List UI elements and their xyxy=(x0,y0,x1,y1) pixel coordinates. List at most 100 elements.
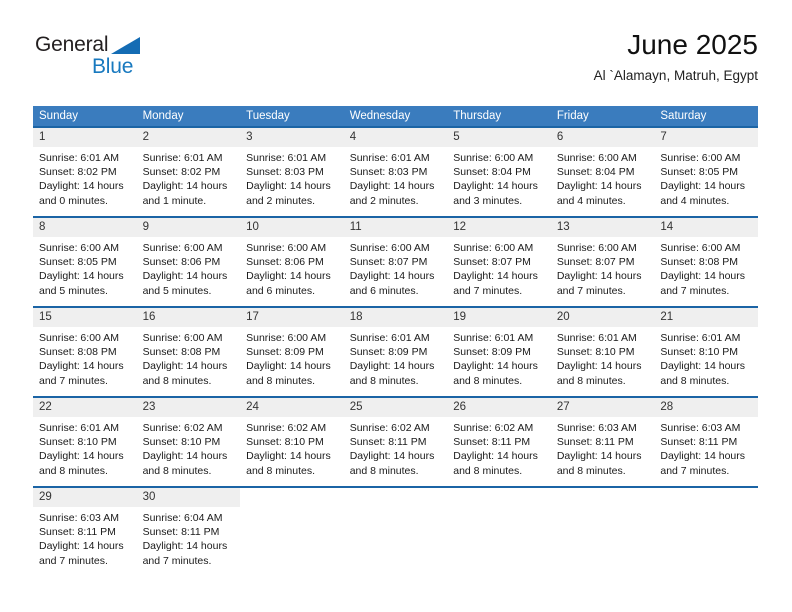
title-block: June 2025 Al `Alamayn, Matruh, Egypt xyxy=(594,28,758,86)
calendar-day-cell[interactable]: 8 Sunrise: 6:00 AM Sunset: 8:05 PM Daylight… xyxy=(33,216,137,307)
daylight-text-line1: Daylight: 14 hours xyxy=(142,270,228,283)
daylight-text-line2: and 2 minutes. xyxy=(349,194,419,207)
calendar-day-cell[interactable]: 9 Sunrise: 6:00 AM Sunset: 8:06 PM Daylight… xyxy=(136,216,241,307)
calendar-day-cell[interactable]: 27 Sunrise: 6:03 AM Sunset: 8:11 PM Dayligh… xyxy=(550,396,655,487)
calendar-day-cell[interactable]: 14 Sunrise: 6:00 AM Sunset: 8:08 PM Dayligh… xyxy=(654,216,758,307)
calendar-day-cell[interactable]: 3 Sunrise: 6:01 AM Sunset: 8:03 PM Daylight… xyxy=(240,126,344,217)
day-number: 26 xyxy=(447,398,551,417)
calendar-day-cell[interactable]: 2 Sunrise: 6:01 AM Sunset: 8:02 PM Daylight… xyxy=(136,126,241,217)
calendar-day-cell[interactable]: 21 Sunrise: 6:01 AM Sunset: 8:10 PM Dayligh… xyxy=(654,306,758,397)
daylight-text-line1: Daylight: 14 hours xyxy=(453,360,538,373)
day-number: 14 xyxy=(654,218,758,237)
calendar-day-cell[interactable]: 29 Sunrise: 6:03 AM Sunset: 8:11 PM Dayligh… xyxy=(33,486,137,574)
daylight-text-line1: Daylight: 14 hours xyxy=(142,180,228,193)
daylight-text-line2: and 0 minutes. xyxy=(39,194,108,207)
day-number xyxy=(344,488,448,507)
calendar-day-cell[interactable]: 28 Sunrise: 6:03 AM Sunset: 8:11 PM Dayligh… xyxy=(654,396,758,487)
calendar-day-cell[interactable]: 19 Sunrise: 6:01 AM Sunset: 8:09 PM Dayligh… xyxy=(447,306,551,397)
daylight-text-line2: and 8 minutes. xyxy=(246,464,316,477)
day-details: Sunrise: 6:01 AM Sunset: 8:02 PM Daylight:… xyxy=(137,147,241,208)
daylight-text-line1: Daylight: 14 hours xyxy=(39,450,124,463)
sunrise-text: Sunrise: 6:02 AM xyxy=(246,422,327,434)
sunset-text: Sunset: 8:10 PM xyxy=(39,436,117,449)
calendar-day-cell[interactable]: 1 Sunrise: 6:01 AM Sunset: 8:02 PM Daylight… xyxy=(33,126,137,217)
sunset-text: Sunset: 8:08 PM xyxy=(39,346,117,359)
calendar-day-cell[interactable]: 10 Sunrise: 6:00 AM Sunset: 8:06 PM Dayligh… xyxy=(240,216,344,307)
calendar-week-row: 22 Sunrise: 6:01 AM Sunset: 8:10 PM Dayligh… xyxy=(33,396,758,487)
calendar-day-cell[interactable]: 25 Sunrise: 6:02 AM Sunset: 8:11 PM Dayligh… xyxy=(343,396,448,487)
daylight-text-line1: Daylight: 14 hours xyxy=(660,450,746,463)
weekday-header-saturday: Saturday xyxy=(654,106,758,127)
daylight-text-line1: Daylight: 14 hours xyxy=(39,180,124,193)
weekday-header-tuesday: Tuesday xyxy=(240,106,344,127)
sunset-text: Sunset: 8:02 PM xyxy=(142,166,221,179)
daylight-text-line2: and 4 minutes. xyxy=(660,194,730,207)
sunrise-text: Sunrise: 6:00 AM xyxy=(660,152,741,164)
calendar-day-cell[interactable]: 12 Sunrise: 6:00 AM Sunset: 8:07 PM Dayligh… xyxy=(447,216,551,307)
daylight-text-line1: Daylight: 14 hours xyxy=(246,450,331,463)
calendar-day-cell[interactable]: 4 Sunrise: 6:01 AM Sunset: 8:03 PM Daylight… xyxy=(343,126,448,217)
calendar-week-row: 1 Sunrise: 6:01 AM Sunset: 8:02 PM Daylight… xyxy=(33,126,758,217)
daylight-text-line1: Daylight: 14 hours xyxy=(349,270,435,283)
daylight-text-line1: Daylight: 14 hours xyxy=(556,360,642,373)
weekday-header-sunday: Sunday xyxy=(33,106,137,127)
sunset-text: Sunset: 8:06 PM xyxy=(246,256,324,269)
calendar-day-cell[interactable]: 15 Sunrise: 6:00 AM Sunset: 8:08 PM Dayligh… xyxy=(33,306,137,397)
day-number: 25 xyxy=(343,398,448,417)
day-details: Sunrise: 6:00 AM Sunset: 8:04 PM Daylight:… xyxy=(551,147,655,208)
sunset-text: Sunset: 8:10 PM xyxy=(556,346,635,359)
daylight-text-line2: and 8 minutes. xyxy=(453,464,523,477)
daylight-text-line1: Daylight: 14 hours xyxy=(453,450,538,463)
sunrise-text: Sunrise: 6:01 AM xyxy=(660,332,741,344)
sunset-text: Sunset: 8:11 PM xyxy=(39,526,116,539)
daylight-text-line1: Daylight: 14 hours xyxy=(246,270,331,283)
calendar-day-cell[interactable]: 5 Sunrise: 6:00 AM Sunset: 8:04 PM Daylight… xyxy=(447,126,551,217)
page-header: General Blue June 2025 Al `Alamayn, Matr… xyxy=(33,28,758,96)
sunset-text: Sunset: 8:11 PM xyxy=(556,436,634,449)
sunrise-text: Sunrise: 6:00 AM xyxy=(39,332,119,344)
day-number: 24 xyxy=(240,398,344,417)
calendar-day-cell[interactable]: 6 Sunrise: 6:00 AM Sunset: 8:04 PM Daylight… xyxy=(550,126,655,217)
calendar-day-cell[interactable]: 23 Sunrise: 6:02 AM Sunset: 8:10 PM Dayligh… xyxy=(136,396,241,487)
calendar-day-cell-empty xyxy=(343,486,448,574)
day-details: Sunrise: 6:02 AM Sunset: 8:10 PM Daylight:… xyxy=(240,417,344,478)
day-number: 8 xyxy=(33,218,137,237)
day-number: 28 xyxy=(654,398,758,417)
daylight-text-line2: and 7 minutes. xyxy=(142,554,212,567)
sunset-text: Sunset: 8:04 PM xyxy=(453,166,531,179)
daylight-text-line1: Daylight: 14 hours xyxy=(142,360,228,373)
sunrise-text: Sunrise: 6:01 AM xyxy=(349,332,430,344)
daylight-text-line2: and 6 minutes. xyxy=(246,284,316,297)
calendar-day-cell[interactable]: 13 Sunrise: 6:00 AM Sunset: 8:07 PM Dayligh… xyxy=(550,216,655,307)
calendar-day-cell[interactable]: 30 Sunrise: 6:04 AM Sunset: 8:11 PM Dayligh… xyxy=(136,486,241,574)
sunrise-text: Sunrise: 6:03 AM xyxy=(660,422,741,434)
daylight-text-line2: and 8 minutes. xyxy=(660,374,730,387)
calendar-day-cell[interactable]: 16 Sunrise: 6:00 AM Sunset: 8:08 PM Dayligh… xyxy=(136,306,241,397)
sunset-text: Sunset: 8:07 PM xyxy=(349,256,428,269)
daylight-text-line2: and 5 minutes. xyxy=(142,284,212,297)
sunrise-text: Sunrise: 6:01 AM xyxy=(39,152,119,164)
general-blue-logo[interactable]: General Blue xyxy=(35,34,165,90)
calendar-day-cell[interactable]: 26 Sunrise: 6:02 AM Sunset: 8:11 PM Dayligh… xyxy=(447,396,551,487)
calendar-day-cell[interactable]: 18 Sunrise: 6:01 AM Sunset: 8:09 PM Dayligh… xyxy=(343,306,448,397)
daylight-text-line2: and 8 minutes. xyxy=(142,464,212,477)
calendar-day-cell[interactable]: 17 Sunrise: 6:00 AM Sunset: 8:09 PM Dayligh… xyxy=(240,306,344,397)
calendar-day-cell[interactable]: 22 Sunrise: 6:01 AM Sunset: 8:10 PM Dayligh… xyxy=(33,396,137,487)
daylight-text-line1: Daylight: 14 hours xyxy=(142,450,228,463)
page-title: June 2025 xyxy=(627,29,758,60)
sunset-text: Sunset: 8:10 PM xyxy=(246,436,324,449)
day-details: Sunrise: 6:01 AM Sunset: 8:02 PM Daylight:… xyxy=(33,147,137,208)
sunrise-text: Sunrise: 6:00 AM xyxy=(660,242,741,254)
day-number: 23 xyxy=(136,398,241,417)
day-number: 7 xyxy=(654,128,758,147)
calendar-day-cell[interactable]: 7 Sunrise: 6:00 AM Sunset: 8:05 PM Daylight… xyxy=(654,126,758,217)
calendar-day-cell[interactable]: 20 Sunrise: 6:01 AM Sunset: 8:10 PM Dayligh… xyxy=(550,306,655,397)
sunrise-text: Sunrise: 6:00 AM xyxy=(142,332,223,344)
calendar-day-cell[interactable]: 24 Sunrise: 6:02 AM Sunset: 8:10 PM Dayligh… xyxy=(240,396,344,487)
daylight-text-line1: Daylight: 14 hours xyxy=(39,540,124,553)
daylight-text-line2: and 7 minutes. xyxy=(453,284,523,297)
calendar-day-cell-empty xyxy=(654,486,758,574)
calendar-day-cell[interactable]: 11 Sunrise: 6:00 AM Sunset: 8:07 PM Dayligh… xyxy=(343,216,448,307)
calendar-week-row: 29 Sunrise: 6:03 AM Sunset: 8:11 PM Dayligh… xyxy=(33,486,758,574)
daylight-text-line2: and 8 minutes. xyxy=(246,374,316,387)
